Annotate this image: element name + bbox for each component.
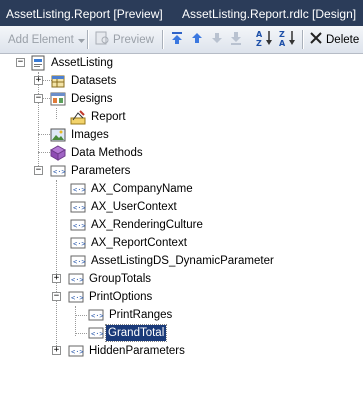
svg-text:<·>: <·> [73, 204, 86, 212]
move-to-bottom-icon [229, 30, 243, 49]
document-tab-strip: AssetListing.Report [Preview] AssetListi… [0, 0, 363, 26]
data-methods-icon [49, 145, 67, 161]
svg-text:<·>: <·> [73, 222, 86, 230]
parameter-group-icon: <·> [68, 343, 84, 359]
tree-connector [56, 180, 58, 354]
report-file-icon [30, 55, 46, 71]
svg-text:Z: Z [279, 30, 285, 39]
add-element-label: Add Element [8, 33, 74, 46]
collapse-toggle[interactable]: − [34, 166, 43, 175]
toolbar-separator [162, 30, 164, 49]
svg-text:<·>: <·> [71, 276, 84, 284]
tree-node-images[interactable]: Images [69, 127, 111, 143]
tree-node-printoptions[interactable]: PrintOptions [87, 289, 154, 305]
svg-text:<·>: <·> [91, 312, 104, 320]
tree-node-designs[interactable]: Designs [69, 91, 115, 107]
tree-connector [75, 315, 87, 317]
svg-text:<·>: <·> [73, 240, 86, 248]
svg-text:<·>: <·> [71, 348, 84, 356]
toolbar-separator [302, 30, 304, 49]
move-down-button[interactable] [210, 26, 224, 53]
svg-text:<·>: <·> [53, 168, 66, 176]
svg-text:<·>: <·> [73, 186, 86, 194]
move-up-button[interactable] [190, 26, 204, 53]
tree-connector [75, 333, 87, 335]
parameter-icon: <·> [70, 199, 86, 215]
tree-node-assetlisting[interactable]: AssetListing [49, 55, 115, 71]
sort-az-icon: AZ [256, 29, 274, 50]
tree-node-grandtotal-selected[interactable]: GrandTotal [104, 324, 168, 342]
parameter-group-icon: <·> [68, 289, 84, 305]
designs-icon [50, 91, 66, 107]
expand-toggle[interactable]: + [52, 274, 61, 283]
tree-node-param[interactable]: AssetListingDS_DynamicParameter [89, 253, 276, 269]
toolbar-separator [87, 30, 89, 49]
expand-toggle[interactable]: + [34, 76, 43, 85]
preview-icon [94, 30, 110, 49]
tree-connector [56, 108, 58, 119]
tree-node-param[interactable]: AX_CompanyName [89, 181, 195, 197]
parameters-icon: <·> [50, 163, 66, 179]
sort-ascending-button[interactable]: AZ [256, 26, 274, 53]
tree-node-param[interactable]: AX_RenderingCulture [89, 217, 205, 233]
images-icon [50, 127, 66, 143]
svg-text:Z: Z [256, 39, 262, 47]
tree-node-param[interactable]: AX_ReportContext [89, 235, 189, 251]
parameter-icon: <·> [70, 253, 86, 269]
collapse-toggle[interactable]: − [34, 94, 43, 103]
svg-text:<·>: <·> [73, 258, 86, 266]
svg-text:A: A [256, 30, 263, 39]
tree-node-hiddenparameters[interactable]: HiddenParameters [87, 343, 187, 359]
tab-report-preview[interactable]: AssetListing.Report [Preview] [2, 4, 167, 26]
preview-label: Preview [113, 33, 154, 46]
move-bottom-button[interactable] [229, 26, 243, 53]
parameter-icon: <·> [88, 325, 104, 341]
report-design-icon [70, 109, 86, 125]
parameter-icon: <·> [70, 217, 86, 233]
move-to-top-icon [170, 30, 184, 49]
delete-label: Delete [326, 33, 360, 46]
parameter-icon: <·> [70, 235, 86, 251]
sort-descending-button[interactable]: ZA [279, 26, 297, 53]
sort-za-icon: ZA [279, 29, 297, 50]
tree-node-printranges[interactable]: PrintRanges [107, 307, 174, 323]
move-top-button[interactable] [170, 26, 184, 53]
arrow-up-icon [190, 30, 204, 49]
svg-text:<·>: <·> [71, 294, 84, 302]
arrow-down-icon [210, 30, 224, 49]
expand-toggle[interactable]: + [52, 346, 61, 355]
collapse-toggle[interactable]: − [52, 292, 61, 301]
delete-button[interactable]: Delete [309, 26, 359, 53]
svg-text:A: A [279, 39, 286, 47]
tree-node-grouptotals[interactable]: GroupTotals [87, 271, 153, 287]
svg-text:<·>: <·> [91, 330, 104, 338]
report-model-tree: − AssetListing + Datasets − Designs Repo… [0, 54, 363, 420]
add-element-button[interactable]: Add Element [8, 26, 85, 53]
tree-node-parameters[interactable]: Parameters [69, 163, 132, 179]
designer-toolbar: Add Element Preview AZ Z A Delete [0, 26, 363, 54]
parameter-group-icon: <·> [68, 271, 84, 287]
tree-connector [75, 306, 77, 336]
dropdown-arrow-icon [77, 34, 85, 46]
tree-node-data-methods[interactable]: Data Methods [69, 145, 145, 161]
collapse-toggle[interactable]: − [16, 58, 25, 67]
parameter-icon: <·> [70, 181, 86, 197]
tree-connector [38, 72, 40, 174]
preview-button[interactable]: Preview [94, 26, 154, 53]
tree-node-datasets[interactable]: Datasets [69, 73, 118, 89]
parameter-icon: <·> [88, 307, 104, 323]
delete-x-icon [309, 31, 323, 48]
datasets-icon [50, 73, 66, 89]
tree-node-report[interactable]: Report [89, 109, 128, 125]
tab-report-design[interactable]: AssetListing.Report.rdlc [Design] [178, 4, 360, 26]
tree-node-param[interactable]: AX_UserContext [89, 199, 179, 215]
